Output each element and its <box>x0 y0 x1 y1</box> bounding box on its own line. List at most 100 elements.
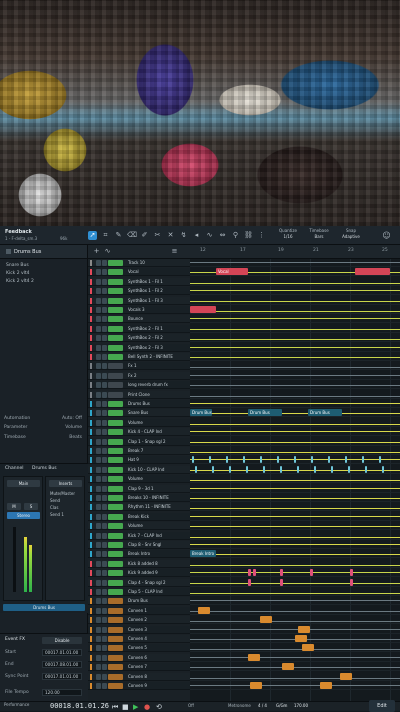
track-mute-icon[interactable] <box>96 438 101 445</box>
track-header[interactable]: Vocals 3 <box>88 306 190 314</box>
event-clip[interactable] <box>192 456 194 464</box>
track-mute-icon[interactable] <box>96 269 101 276</box>
track-lane[interactable] <box>190 466 400 474</box>
track-lane[interactable] <box>190 409 400 418</box>
track-mute-icon[interactable] <box>96 645 101 652</box>
track-header[interactable]: SynthBox 1 - Fil 3 <box>88 296 190 305</box>
track-solo-icon[interactable] <box>102 457 107 464</box>
track-lane[interactable] <box>190 344 400 352</box>
track-name[interactable]: Clap 5 - CLAP Ind <box>128 589 162 594</box>
track-name[interactable]: SynthBox 2 - Fil 2 <box>128 335 163 340</box>
event-clip[interactable]: Drum Bus <box>248 409 282 417</box>
track-name[interactable]: Clap 1 - Snap sgl 2 <box>128 439 166 444</box>
move-tool-icon[interactable]: ⇔ <box>218 231 227 240</box>
track-mute-icon[interactable] <box>96 664 101 671</box>
event-clip[interactable]: Drum Bus <box>308 409 342 417</box>
track-header[interactable]: long reverb drum fx <box>88 381 190 390</box>
insert-slot[interactable]: Send 1 <box>50 511 75 518</box>
track-solo-icon[interactable] <box>102 316 107 323</box>
event-clip[interactable] <box>229 465 231 473</box>
track-mute-icon[interactable] <box>96 607 101 614</box>
channel-value[interactable]: Drums Bus <box>32 466 57 474</box>
mute-tool-icon[interactable]: ✕ <box>166 231 175 240</box>
automation-row[interactable]: Automation Auto: Off <box>4 416 84 421</box>
track-solo-icon[interactable] <box>102 683 107 689</box>
track-name[interactable]: Snare Bus <box>128 410 148 415</box>
track-lane[interactable] <box>190 494 400 502</box>
track-mute-icon[interactable] <box>96 476 101 483</box>
zoom-tool-icon[interactable]: ⚲ <box>231 231 240 240</box>
track-name[interactable]: Vocal <box>128 269 139 274</box>
track-mute-icon[interactable] <box>96 495 101 501</box>
track-lane[interactable] <box>190 353 400 361</box>
track-name[interactable]: Conven 1 <box>128 608 147 613</box>
channel-color-swatch[interactable] <box>6 249 11 254</box>
event-clip[interactable] <box>345 456 347 464</box>
track-name[interactable]: Clap 9 - 3d 1 <box>128 486 154 491</box>
channel-name-footer[interactable]: Drums Bus <box>3 604 85 611</box>
event-clip[interactable] <box>295 635 307 642</box>
track-name[interactable]: Clap 8 - Snr Sngl <box>128 542 161 547</box>
track-mute-icon[interactable] <box>96 523 101 530</box>
track-lane[interactable] <box>190 522 400 531</box>
track-header[interactable]: Conven 1 <box>88 606 190 615</box>
track-name[interactable]: SynthBox 2 - Fil 1 <box>128 326 163 331</box>
event-clip[interactable] <box>362 456 364 464</box>
event-clip[interactable] <box>248 569 251 577</box>
event-clip[interactable]: Break Intro <box>190 550 216 558</box>
event-clip[interactable] <box>260 616 272 624</box>
split-tool-icon[interactable]: ✂ <box>153 231 162 240</box>
event-clip[interactable] <box>365 465 367 473</box>
track-name[interactable]: SynthBox 1 - Fil 2 <box>128 288 163 293</box>
track-header[interactable]: Clap 8 - Snr Sngl <box>88 541 190 549</box>
track-mute-icon[interactable] <box>96 504 101 511</box>
tree-item[interactable]: Snare Bus <box>6 262 81 270</box>
track-mute-icon[interactable] <box>96 372 101 379</box>
mute-button[interactable]: M <box>7 503 21 510</box>
track-header[interactable]: Volume <box>88 522 190 531</box>
sync-point-field[interactable]: 00017.01.01.00 <box>42 673 82 680</box>
track-lane[interactable] <box>190 607 400 615</box>
pencil-tool-icon[interactable]: ✎ <box>114 231 123 240</box>
track-header[interactable]: Drums Bus <box>88 400 190 408</box>
track-name[interactable]: Break Intro <box>128 551 150 556</box>
arrow-tool-icon[interactable]: ➚ <box>88 231 97 240</box>
track-mute-icon[interactable] <box>96 532 101 539</box>
track-header[interactable]: Volume <box>88 475 190 484</box>
track-mute-icon[interactable] <box>96 410 101 417</box>
track-solo-icon[interactable] <box>102 372 107 379</box>
track-solo-icon[interactable] <box>102 542 107 548</box>
edit-button[interactable]: Edit <box>369 700 395 712</box>
track-lane[interactable] <box>190 503 400 512</box>
grid-icon[interactable]: ⋮ <box>257 231 266 240</box>
track-header[interactable]: Rhythm 11 - INFINITE <box>88 503 190 512</box>
signature-value[interactable]: 4 / 4 <box>258 703 267 708</box>
track-lane[interactable] <box>190 532 400 540</box>
track-lane[interactable] <box>190 588 400 596</box>
track-header[interactable]: Track 10 <box>88 259 190 267</box>
disable-button[interactable]: Disable <box>42 637 82 644</box>
track-header[interactable]: Clap 4 - Snap sgl 2 <box>88 578 190 587</box>
track-header[interactable]: Clap 9 - 3d 1 <box>88 484 190 493</box>
track-name[interactable]: Kick 7 - CLAP Ind <box>128 533 162 538</box>
track-mute-icon[interactable] <box>96 589 101 595</box>
track-header[interactable]: Conven 6 <box>88 653 190 662</box>
track-mute-icon[interactable] <box>96 419 101 426</box>
tree-item[interactable]: Kick 2 vlt4 <box>6 270 81 278</box>
start-field[interactable]: 00017.01.01.00 <box>42 649 82 656</box>
event-clip[interactable] <box>379 456 381 464</box>
stop-icon[interactable]: ■ <box>122 703 129 711</box>
insert-slot[interactable]: Clas <box>50 504 75 511</box>
event-clip[interactable] <box>382 465 384 473</box>
user-icon[interactable]: ☺ <box>382 231 391 240</box>
track-header[interactable]: Fx 1 <box>88 362 190 371</box>
event-clip[interactable] <box>198 606 210 614</box>
event-clip[interactable] <box>310 569 313 577</box>
track-solo-icon[interactable] <box>102 391 107 398</box>
track-mute-icon[interactable] <box>96 579 101 586</box>
track-name[interactable]: Kick 8 added 8 <box>128 561 158 566</box>
quantize-select[interactable]: Quantize 1/16 <box>275 228 301 243</box>
track-solo-icon[interactable] <box>102 335 107 342</box>
track-mute-icon[interactable] <box>96 617 101 624</box>
paint-tool-icon[interactable]: ✐ <box>140 231 149 240</box>
